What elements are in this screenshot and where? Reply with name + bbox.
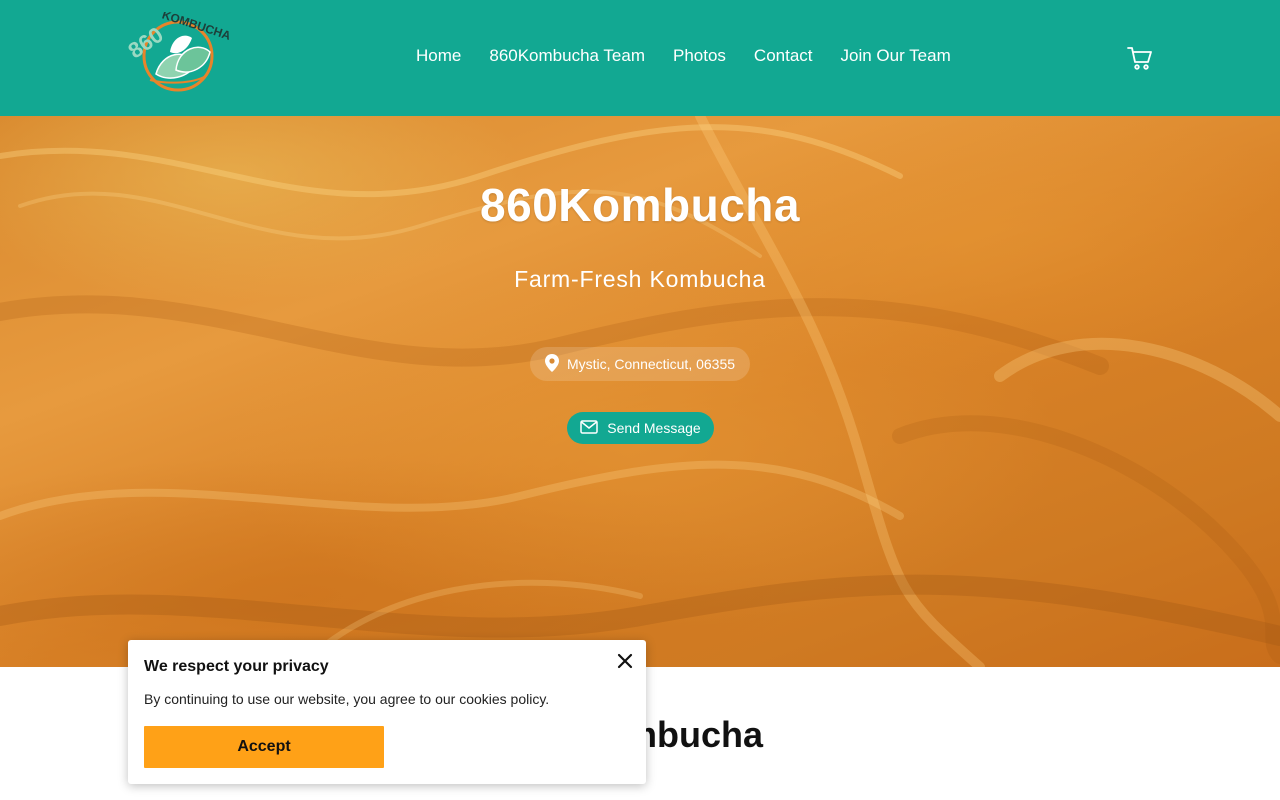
send-message-label: Send Message [607,420,701,436]
nav-home[interactable]: Home [416,46,461,66]
hero-subtitle: Farm-Fresh Kombucha [514,266,766,292]
nav-photos[interactable]: Photos [673,46,726,66]
hero-banner: 860Kombucha Farm-Fresh Kombucha Mystic, … [0,116,1280,667]
svg-text:KOMBUCHA: KOMBUCHA [160,12,230,43]
cookie-text: By continuing to use our website, you ag… [144,691,550,707]
close-icon[interactable] [615,651,635,671]
accept-button[interactable]: Accept [144,726,384,768]
main-nav: Home 860Kombucha Team Photos Contact Joi… [416,46,951,66]
nav-contact[interactable]: Contact [754,46,813,66]
send-message-button[interactable]: Send Message [567,412,714,444]
brand-logo[interactable]: 860 KOMBUCHA [123,8,233,96]
nav-join-team[interactable]: Join Our Team [841,46,951,66]
location-badge: Mystic, Connecticut, 06355 [530,347,750,381]
cookie-consent-dialog: We respect your privacy By continuing to… [128,640,646,784]
map-pin-icon [544,353,559,375]
cookie-title: We respect your privacy [144,658,329,675]
site-header: 860 KOMBUCHA Home 860Kombucha Team Photo… [0,0,1280,116]
svg-text:860: 860 [126,22,168,64]
location-text: Mystic, Connecticut, 06355 [566,356,736,372]
envelope-icon [580,419,599,437]
cart-icon[interactable] [1126,44,1154,72]
nav-team[interactable]: 860Kombucha Team [489,46,645,66]
hero-title: 860Kombucha [480,179,800,231]
